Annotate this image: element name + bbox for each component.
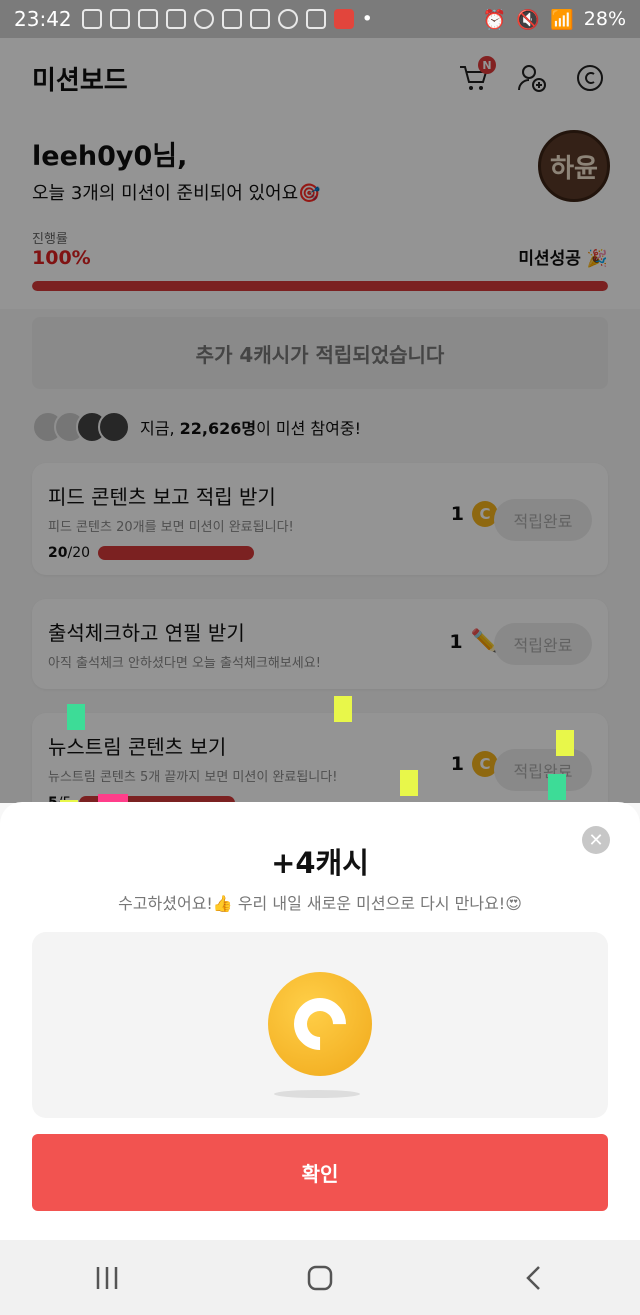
system-icons: ⏰ 🔇 📶 28% [483, 8, 626, 31]
notification-icon [109, 9, 130, 29]
home-button[interactable] [290, 1253, 350, 1303]
notification-icon [137, 9, 158, 29]
status-bar: 23:42 • ⏰ 🔇 📶 28% [0, 0, 640, 38]
confirm-button[interactable]: 확인 [32, 1134, 608, 1211]
lock-app-icon [277, 9, 298, 29]
confetti [548, 774, 566, 800]
wifi-icon: 📶 [550, 8, 574, 31]
confetti [334, 696, 352, 722]
notification-icon [305, 9, 326, 29]
system-nav-bar [0, 1240, 640, 1315]
coin-shadow [274, 1090, 360, 1098]
back-button[interactable] [503, 1253, 563, 1303]
recent-apps-icon [96, 1266, 117, 1289]
confetti [67, 704, 85, 730]
reward-title: +4캐시 [271, 846, 369, 880]
alarm-icon: ⏰ [482, 8, 507, 31]
home-icon [307, 1265, 333, 1290]
status-time: 23:42 [14, 7, 72, 31]
confetti [556, 730, 574, 756]
reward-subtitle: 수고하셨어요!👍 우리 내일 새로운 미션으로 다시 만나요!😍 [118, 894, 522, 913]
coin-illustration [32, 932, 608, 1118]
notification-icon [165, 9, 186, 29]
battery-text: 28% [583, 8, 626, 30]
dim-overlay[interactable] [0, 38, 640, 803]
recent-apps-button[interactable] [77, 1253, 137, 1303]
coin-icon [268, 972, 372, 1076]
notification-icons: • [81, 8, 373, 30]
confetti [400, 770, 418, 796]
reward-bottom-sheet: ✕ +4캐시 수고하셨어요!👍 우리 내일 새로운 미션으로 다시 만나요!😍 … [0, 802, 640, 1240]
notification-icon [81, 9, 102, 29]
notification-icon [249, 9, 270, 29]
notification-icon [193, 9, 214, 29]
more-dot-icon: • [361, 8, 373, 30]
back-icon [526, 1265, 541, 1290]
notification-icon [221, 9, 242, 29]
close-icon: ✕ [588, 829, 604, 851]
mute-icon: 🔇 [516, 8, 541, 31]
close-button[interactable]: ✕ [582, 826, 610, 854]
cash-app-icon [333, 9, 354, 29]
